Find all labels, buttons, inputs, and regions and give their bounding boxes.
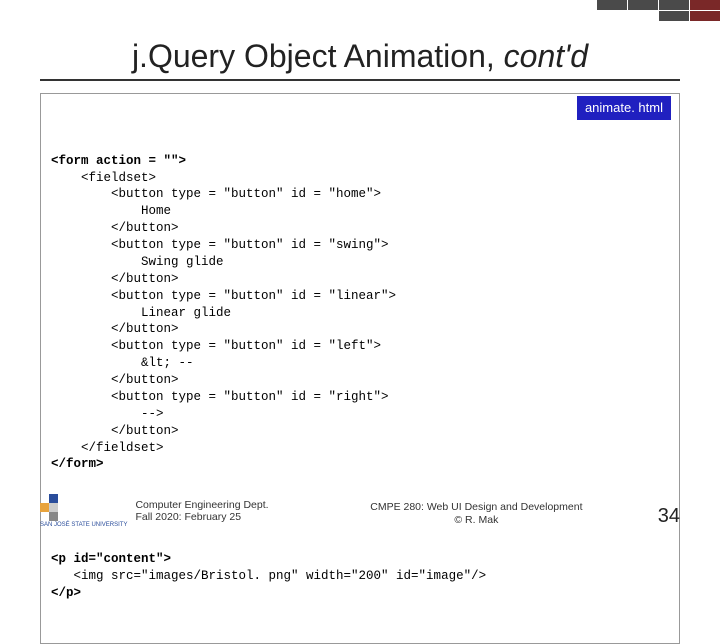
footer-course: CMPE 280: Web UI Design and Development (313, 501, 640, 515)
code-box: animate. html <form action = ""> <fields… (40, 93, 680, 644)
page-number: 34 (640, 505, 680, 528)
code-content-2: <p id="content"> <img src="images/Bristo… (51, 551, 669, 602)
footer-term: Fall 2020: February 25 (135, 511, 268, 523)
decorative-corner-bars (597, 0, 720, 21)
title-text: j.Query Object Animation, (132, 38, 504, 74)
title-italic: cont'd (504, 38, 588, 74)
logo-caption: SAN JOSÉ STATE UNIVERSITY (40, 522, 127, 528)
code-content: <form action = ""> <fieldset> <button ty… (51, 153, 669, 474)
title-underline (40, 79, 680, 81)
footer-dept: Computer Engineering Dept. (135, 499, 268, 511)
slide-title: j.Query Object Animation, cont'd (40, 38, 680, 75)
filename-badge: animate. html (577, 96, 671, 120)
sjsu-logo: SAN JOSÉ STATE UNIVERSITY (40, 494, 127, 528)
footer-author: © R. Mak (313, 514, 640, 528)
slide-footer: SAN JOSÉ STATE UNIVERSITY Computer Engin… (40, 494, 680, 528)
